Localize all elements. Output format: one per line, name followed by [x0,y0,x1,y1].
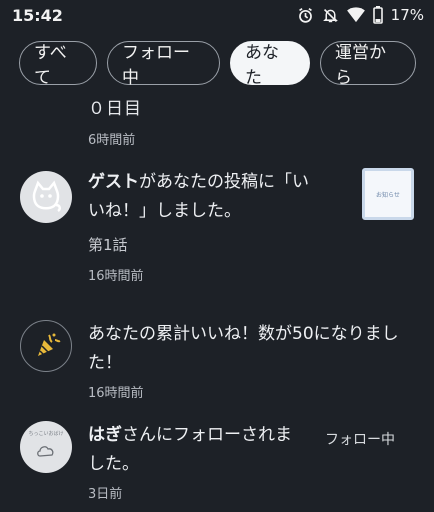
message-line-2: た！ [88,353,122,373]
notification-message: ゲストがあなたの投稿に「いいね！」しました。 [88,168,309,226]
notification-item-milestone[interactable]: あなたの累計いいね！数が50になりまし た！ 16時間前 [0,318,434,401]
avatar-label: ちっこいおばけ [28,431,64,437]
mute-icon [322,7,339,24]
tab-all[interactable]: すべて [19,41,97,87]
battery-percent: 17% [390,6,424,24]
thumbnail-label: お知らせ [376,191,400,199]
tab-you[interactable]: あなた [230,41,310,87]
follow-status-button[interactable]: フォロー中 [325,429,395,449]
notification-body: はぎさんにフォローされました。 3日前 [88,421,292,502]
message-line-1: があなたの投稿に「い [139,172,309,192]
user-avatar-icon[interactable]: ちっこいおばけ [20,421,72,473]
tab-from-operators[interactable]: 運営から [320,41,416,87]
notification-message: はぎさんにフォローされました。 [88,421,292,479]
actor-name[interactable]: ゲスト [88,172,139,192]
notification-item-follow[interactable]: ちっこいおばけ はぎさんにフォローされました。 3日前 フォロー中 [0,419,434,502]
battery-icon [372,6,383,24]
post-title: 第1話 [88,236,128,254]
message-line-2: した。 [88,454,139,474]
alarm-icon [297,7,314,24]
status-icons: 17% [297,6,424,24]
notification-item-partial[interactable]: ０日目 6時間前 [88,94,142,148]
notification-time: 6時間前 [88,133,136,148]
post-thumbnail[interactable]: お知らせ [362,168,414,220]
message-line-1: あなたの累計いいね！数が50になりまし [88,324,399,344]
party-popper-icon [20,320,72,372]
notification-time: 16時間前 [88,269,144,284]
notification-time: 3日前 [88,487,123,502]
notification-item-like[interactable]: ゲストがあなたの投稿に「いいね！」しました。 第1話 16時間前 お知らせ [0,168,434,298]
status-bar: 15:42 17% [0,0,434,30]
notification-body: あなたの累計いいね！数が50になりまし た！ 16時間前 [88,320,399,401]
notification-feed: ０日目 6時間前 ゲストがあなたの投稿に「いいね！」しました。 第1話 16時間… [0,90,434,512]
filter-tabs: すべて フォロー中 あなた 運営から [0,41,434,87]
notification-message: あなたの累計いいね！数が50になりまし た！ [88,320,399,378]
tab-following[interactable]: フォロー中 [107,41,220,87]
notification-title: ０日目 [88,99,142,119]
message-line-1: さんにフォローされま [122,425,292,445]
message-line-2: いね！」しました。 [88,201,241,221]
actor-name[interactable]: はぎ [88,425,122,445]
status-time: 15:42 [12,5,63,25]
cat-avatar-icon[interactable] [20,171,72,223]
notification-body: ゲストがあなたの投稿に「いいね！」しました。 第1話 16時間前 [88,168,309,284]
notification-time: 16時間前 [88,386,144,401]
wifi-icon [346,7,365,23]
